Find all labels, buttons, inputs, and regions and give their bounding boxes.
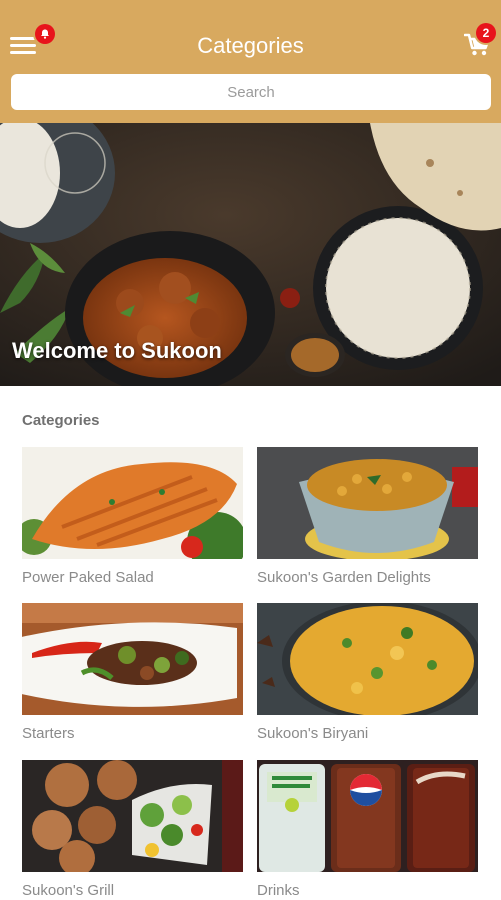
cart-count-badge: 2 (476, 23, 496, 43)
page-title: Categories (197, 33, 304, 58)
welcome-heading: Welcome to Sukoon (12, 338, 222, 363)
salmon-salad-image (22, 447, 243, 559)
category-card-grill[interactable]: Sukoon's Grill (22, 760, 243, 899)
category-card-starters[interactable]: Starters (22, 603, 243, 742)
categories-section-title: Categories (22, 412, 100, 429)
category-card-drinks[interactable]: Drinks (257, 760, 478, 899)
category-card-biryani[interactable]: Sukoon's Biryani (257, 603, 478, 742)
category-label: Sukoon's Garden Delights (257, 569, 431, 586)
app-header: Categories 2 (0, 0, 501, 123)
biryani-rice-image (257, 603, 478, 715)
category-label: Sukoon's Grill (22, 882, 115, 899)
category-label: Sukoon's Biryani (257, 725, 369, 742)
stir-fry-platter-image (22, 603, 243, 715)
grilled-chicken-image (22, 760, 243, 872)
category-label: Drinks (257, 882, 300, 899)
cart-button[interactable]: 2 (463, 23, 496, 59)
category-label: Starters (22, 725, 75, 742)
search-input[interactable] (11, 74, 491, 110)
category-card-power-paked-salad[interactable]: Power Paked Salad (22, 447, 243, 586)
category-label: Power Paked Salad (22, 569, 154, 586)
chickpea-curry-image (257, 447, 478, 559)
category-card-garden-delights[interactable]: Sukoon's Garden Delights (257, 447, 478, 586)
soft-drinks-image (257, 760, 478, 872)
